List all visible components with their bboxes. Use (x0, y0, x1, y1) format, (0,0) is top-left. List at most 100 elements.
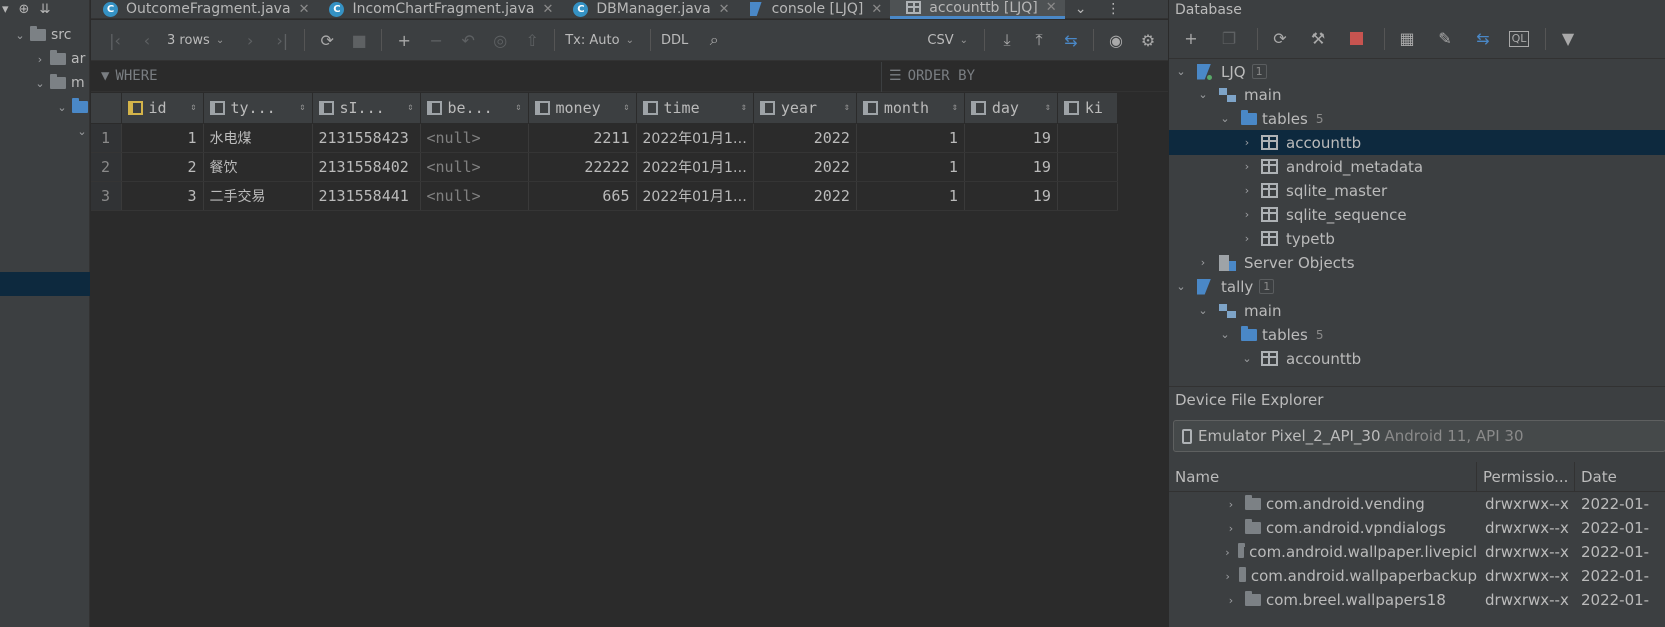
sort-icon[interactable]: ⇕ (299, 102, 305, 113)
chevron-down-icon[interactable]: ⌄ (1219, 112, 1231, 125)
tree-item-m[interactable]: ⌄ m (34, 72, 85, 94)
row-number[interactable]: 2 (91, 152, 122, 182)
list-item[interactable]: › com.android.vpndialogs drwxrwx--x 2022-… (1169, 516, 1665, 540)
tree-item-table-accounttb[interactable]: ⌄ accounttb (1169, 346, 1665, 371)
cell-money[interactable]: 2211 (528, 123, 637, 153)
tab-dbmanager[interactable]: C DBManager.java ✕ (561, 0, 737, 19)
sort-icon[interactable]: ⇕ (741, 102, 747, 113)
stop-icon[interactable]: ■ (347, 28, 371, 52)
device-selector-dropdown[interactable]: Emulator Pixel_2_API_30 Android 11, API … (1173, 420, 1665, 452)
sort-icon[interactable]: ⇕ (623, 102, 629, 113)
cell-month[interactable]: 1 (856, 152, 965, 182)
properties-icon[interactable]: ⚒ (1306, 27, 1330, 51)
tree-item-table-sqlite-master[interactable]: › sqlite_master (1169, 178, 1665, 203)
import-icon[interactable]: ⤒ (1027, 28, 1051, 52)
tree-item-tables-folder[interactable]: ⌄ tables 5 (1169, 322, 1665, 347)
cell-simage[interactable]: 2131558402 (312, 152, 421, 182)
chevron-down-icon[interactable]: ⌄ (1175, 280, 1187, 293)
list-item[interactable]: › com.breel.wallpapers18 drwxrwx--x 2022-… (1169, 588, 1665, 612)
chevron-right-icon[interactable]: › (1225, 522, 1237, 535)
tab-incom-chart-fragment[interactable]: C IncomChartFragment.java ✕ (317, 0, 561, 19)
sort-icon[interactable]: ⇕ (844, 102, 850, 113)
column-header-money[interactable]: money ⇕ (528, 93, 637, 124)
tree-item-schema-main[interactable]: ⌄ main (1169, 298, 1665, 323)
column-header-kind[interactable]: ki (1057, 93, 1118, 124)
submit-icon[interactable]: ⇧ (520, 28, 544, 52)
tree-item-schema-main[interactable]: ⌄ main (1169, 82, 1665, 107)
cell-id[interactable]: 2 (121, 152, 204, 182)
tab-more-icon[interactable]: ⋮ (1096, 0, 1130, 19)
tree-item-table-accounttb[interactable]: › accounttb (1169, 130, 1665, 155)
collapse-all-icon[interactable]: ⇊ (39, 2, 50, 17)
tree-item-datasource-ljq[interactable]: ⌄ LJQ 1 (1169, 59, 1665, 84)
cell-type[interactable]: 餐饮 (203, 152, 313, 182)
tree-item-server-objects[interactable]: › Server Objects (1169, 250, 1665, 275)
tree-item-ar[interactable]: › ar (34, 48, 85, 70)
chevron-right-icon[interactable]: › (1241, 184, 1253, 197)
tab-overflow-dropdown[interactable]: ⌄ (1065, 0, 1097, 19)
cell-year[interactable]: 2022 (753, 181, 857, 211)
cell-beizhu[interactable]: <null> (420, 181, 529, 211)
column-header-simage[interactable]: sI... ⇕ (312, 93, 421, 124)
column-header-month[interactable]: month ⇕ (856, 93, 965, 124)
order-by-field[interactable]: ☰ ORDER BY (889, 68, 975, 84)
tree-item-table-typetb[interactable]: › typetb (1169, 226, 1665, 251)
settings-gear-icon[interactable]: ⚙ (1136, 28, 1160, 52)
refresh-icon[interactable]: ⟳ (315, 28, 339, 52)
tab-accounttb[interactable]: accounttb [LJQ] ✕ (890, 0, 1065, 19)
cell-time[interactable]: 2022年01月1… (636, 123, 754, 153)
cell-year[interactable]: 2022 (753, 123, 857, 153)
export-icon[interactable]: ⤓ (995, 28, 1019, 52)
cell-money[interactable]: 665 (528, 181, 637, 211)
chevron-down-icon[interactable]: ⌄ (1197, 304, 1209, 317)
chevron-right-icon[interactable]: › (1225, 594, 1237, 607)
tree-item-tables-folder[interactable]: ⌄ tables 5 (1169, 106, 1665, 131)
cell-kind[interactable] (1057, 152, 1118, 182)
column-header-type[interactable]: ty... ⇕ (203, 93, 313, 124)
chevron-down-icon[interactable]: ⌄ (76, 125, 88, 138)
cell-month[interactable]: 1 (856, 181, 965, 211)
chevron-right-icon[interactable]: › (1225, 498, 1237, 511)
cell-id[interactable]: 1 (121, 123, 204, 153)
locate-icon[interactable]: ⊕ (19, 2, 30, 17)
chevron-down-icon[interactable]: ⌄ (56, 101, 68, 114)
close-icon[interactable]: ✕ (871, 2, 882, 17)
chevron-down-icon[interactable]: ⌄ (1219, 328, 1231, 341)
cell-time[interactable]: 2022年01月1… (636, 181, 754, 211)
chevron-right-icon[interactable]: › (1241, 208, 1253, 221)
list-item[interactable]: › com.android.wallpaper.livepicl drwxrwx-… (1169, 540, 1665, 564)
last-page-icon[interactable]: ›| (270, 28, 294, 52)
tree-item-src[interactable]: ⌄ src (14, 24, 71, 46)
table-row[interactable]: 1 1 水电煤 2131558423 <null> 2211 2022年01月1… (91, 123, 1118, 153)
column-header-time[interactable]: time ⇕ (636, 93, 754, 124)
refresh-icon[interactable]: ⟳ (1268, 27, 1292, 51)
tree-item-table-sqlite-sequence[interactable]: › sqlite_sequence (1169, 202, 1665, 227)
cell-year[interactable]: 2022 (753, 152, 857, 182)
chevron-down-icon[interactable]: ⌄ (1241, 352, 1253, 365)
first-page-icon[interactable]: |‹ (103, 28, 127, 52)
revert-icon[interactable]: ↶ (456, 28, 480, 52)
previous-page-icon[interactable]: ‹ (135, 28, 159, 52)
tree-item-subpackage[interactable]: ⌄ (76, 120, 88, 142)
chevron-right-icon[interactable]: › (1225, 570, 1231, 583)
chevron-down-icon[interactable]: ⌄ (1197, 88, 1209, 101)
add-row-icon[interactable]: + (392, 28, 416, 52)
cell-type[interactable]: 水电煤 (203, 123, 313, 153)
page-size-dropdown[interactable]: 3 rows ⌄ (167, 33, 224, 48)
sort-icon[interactable]: ⇕ (1045, 102, 1051, 113)
ddl-button[interactable]: DDL (661, 33, 688, 48)
row-number[interactable]: 1 (91, 123, 122, 153)
chevron-right-icon[interactable]: › (1241, 232, 1253, 245)
cell-simage[interactable]: 2131558441 (312, 181, 421, 211)
close-icon[interactable]: ✕ (719, 2, 730, 17)
view-options-icon[interactable]: ◉ (1104, 28, 1128, 52)
column-header-name[interactable]: Name (1169, 461, 1477, 492)
tab-outcome-fragment[interactable]: C OutcomeFragment.java ✕ (91, 0, 317, 19)
compare-icon[interactable]: ⇆ (1059, 28, 1083, 52)
next-page-icon[interactable]: › (238, 28, 262, 52)
list-item[interactable]: › com.android.wallpaperbackup drwxrwx--x … (1169, 564, 1665, 588)
compare-icon[interactable]: ⇆ (1471, 27, 1495, 51)
chevron-down-icon[interactable]: ⌄ (14, 29, 26, 42)
column-header-date[interactable]: Date (1575, 462, 1665, 492)
column-header-year[interactable]: year ⇕ (753, 93, 857, 124)
